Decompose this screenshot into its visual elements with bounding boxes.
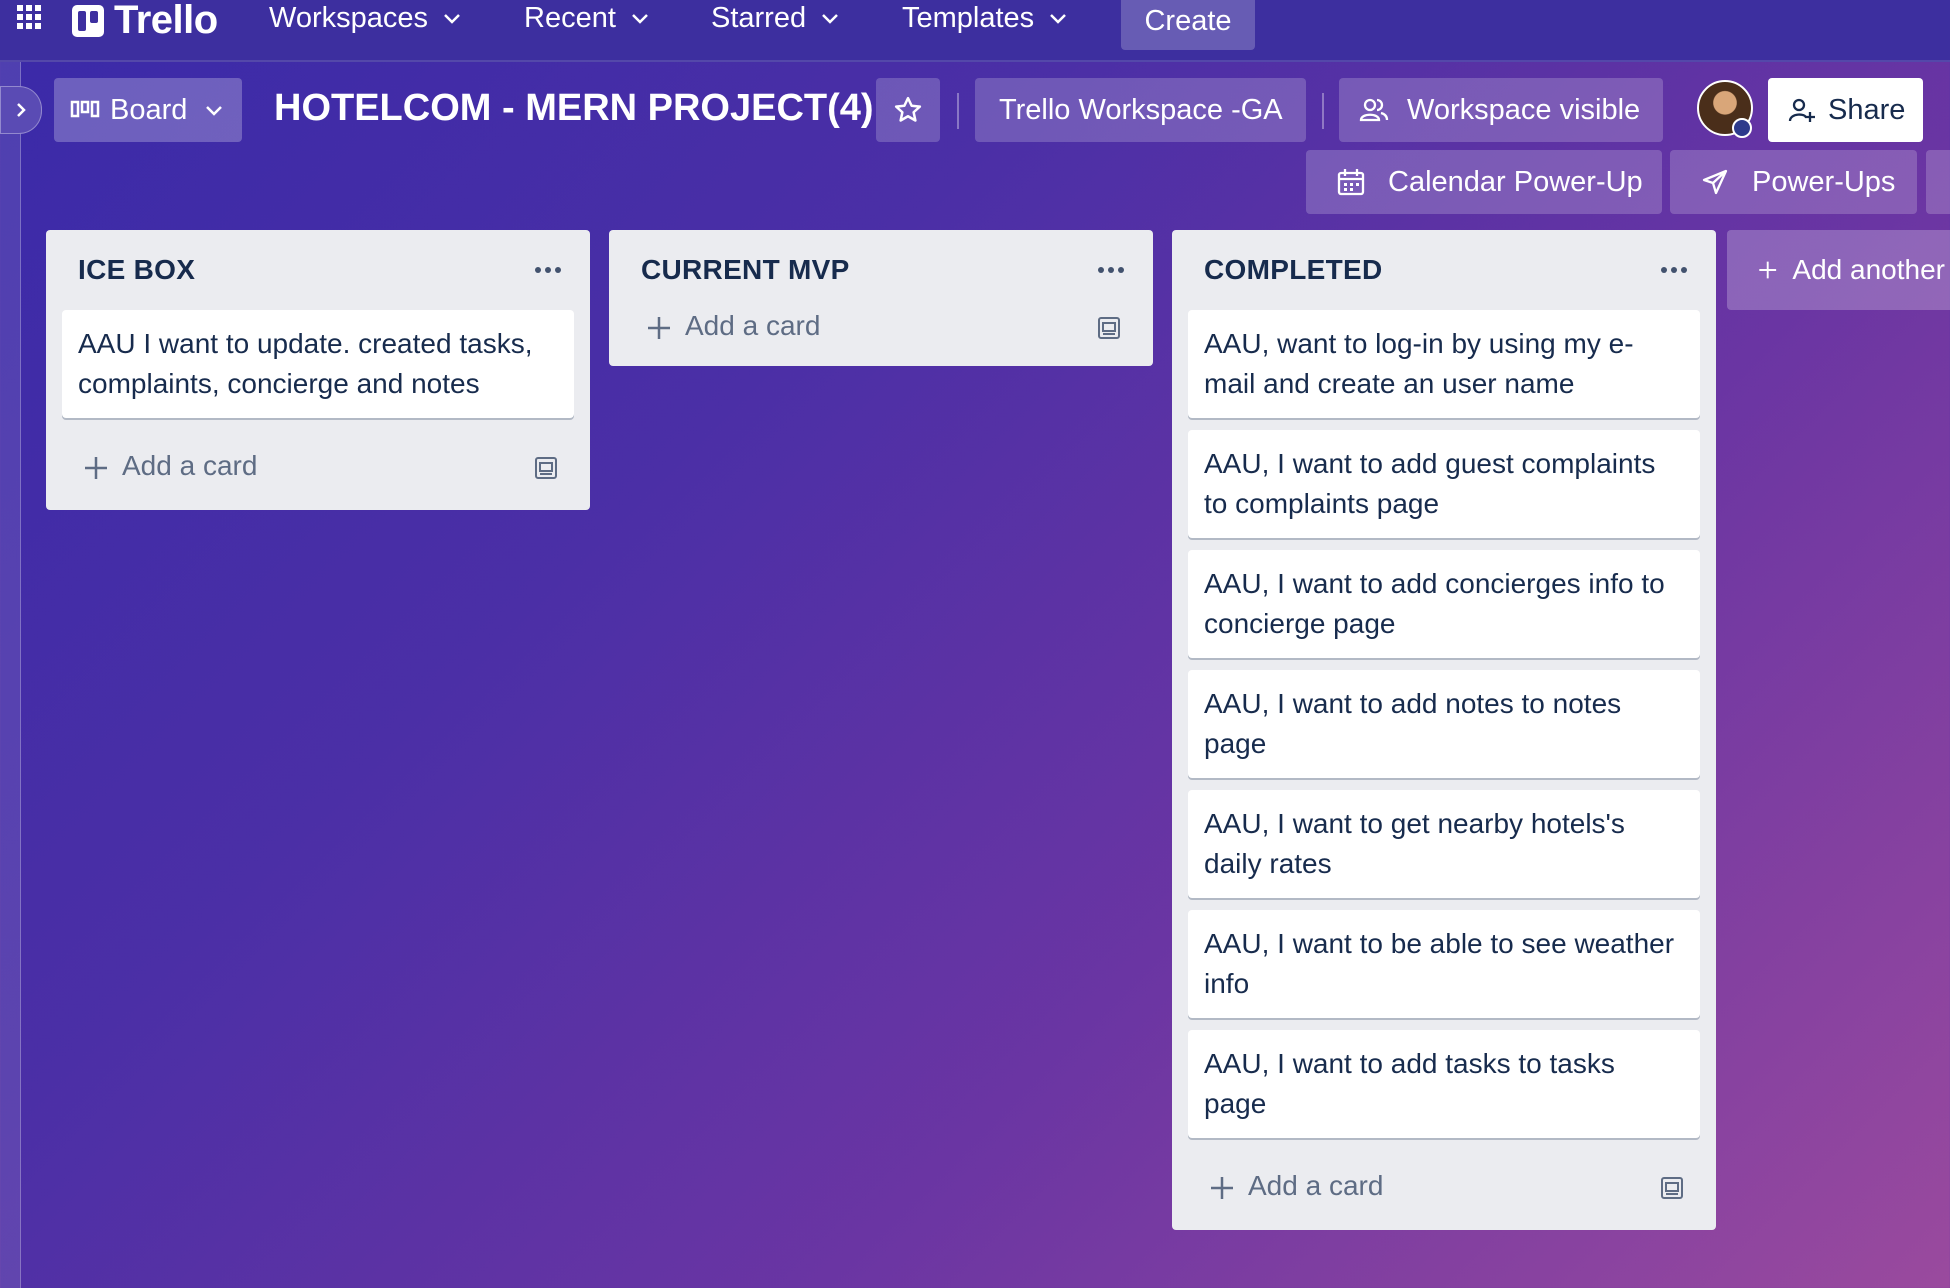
- nav-workspaces-label: Workspaces: [269, 1, 429, 34]
- star-board-button[interactable]: [876, 78, 940, 142]
- plus-icon: [1759, 261, 1777, 279]
- card[interactable]: AAU, I want to be able to see weather in…: [1188, 910, 1700, 1018]
- card-template-icon[interactable]: [532, 454, 560, 482]
- more-icon: [535, 267, 561, 273]
- card[interactable]: AAU I want to update. created tasks, com…: [62, 310, 574, 418]
- chevron-down-icon: [1050, 14, 1067, 24]
- sidebar-collapsed: [0, 62, 21, 1288]
- card-template-icon[interactable]: [1658, 1174, 1686, 1202]
- visibility-label: Workspace visible: [1407, 93, 1641, 126]
- plus-icon: [1211, 1177, 1233, 1199]
- card[interactable]: AAU, I want to add concierges info to co…: [1188, 550, 1700, 658]
- more-powerups-button[interactable]: [1926, 150, 1950, 214]
- list-title[interactable]: CURRENT MVP: [641, 254, 850, 286]
- people-icon: [1359, 98, 1389, 122]
- calendar-powerup-button[interactable]: Calendar Power-Up: [1306, 150, 1662, 214]
- chevron-down-icon: [632, 14, 648, 24]
- share-label: Share: [1828, 93, 1906, 126]
- more-icon: [1661, 267, 1687, 273]
- chevron-down-icon: [206, 106, 223, 116]
- list-header: COMPLETED: [1172, 230, 1716, 310]
- powerups-button[interactable]: Power-Ups: [1670, 150, 1917, 214]
- share-button[interactable]: Share: [1768, 78, 1923, 142]
- board-title[interactable]: HOTELCOM - MERN PROJECT(4): [274, 87, 874, 130]
- list-menu-button[interactable]: [1091, 252, 1131, 288]
- add-card-button[interactable]: Add a card: [609, 290, 1153, 366]
- admin-badge-icon: [1732, 118, 1752, 138]
- add-card-button[interactable]: Add a card: [1172, 1150, 1716, 1230]
- list-menu-button[interactable]: [528, 252, 568, 288]
- more-icon: [1098, 267, 1124, 273]
- plus-icon: [648, 317, 670, 339]
- visibility-button[interactable]: Workspace visible: [1339, 78, 1663, 142]
- list-ice-box: ICE BOX AAU I want to update. created ta…: [46, 230, 590, 510]
- brand-name: Trello: [114, 0, 218, 42]
- nav-starred[interactable]: Starred: [711, 0, 840, 36]
- workspace-button[interactable]: Trello Workspace -GA: [975, 78, 1306, 142]
- list-completed: COMPLETED AAU, want to log-in by using m…: [1172, 230, 1716, 1230]
- card[interactable]: AAU, I want to add tasks to tasks page: [1188, 1030, 1700, 1138]
- card[interactable]: AAU, I want to add guest complaints to c…: [1188, 430, 1700, 538]
- header-divider: [1322, 93, 1324, 129]
- add-list-button[interactable]: Add another list: [1727, 230, 1950, 310]
- board-view-label: Board: [110, 93, 188, 126]
- chevron-down-icon: [822, 14, 838, 24]
- card[interactable]: AAU, I want to add notes to notes page: [1188, 670, 1700, 778]
- add-list-label: Add another list: [1792, 254, 1950, 285]
- add-card-label: Add a card: [685, 310, 821, 341]
- nav-recent[interactable]: Recent: [524, 0, 650, 36]
- add-card-label: Add a card: [122, 450, 258, 481]
- nav-starred-label: Starred: [711, 1, 807, 34]
- nav-templates[interactable]: Templates: [902, 0, 1068, 36]
- list-menu-button[interactable]: [1654, 252, 1694, 288]
- list-title[interactable]: COMPLETED: [1204, 254, 1382, 286]
- card-template-icon[interactable]: [1095, 314, 1123, 342]
- rocket-icon: [1702, 169, 1728, 195]
- list-title[interactable]: ICE BOX: [78, 254, 195, 286]
- nav-recent-label: Recent: [524, 1, 616, 34]
- trello-logo-icon: [72, 4, 104, 37]
- powerups-label: Power-Ups: [1752, 165, 1896, 198]
- nav-workspaces[interactable]: Workspaces: [269, 0, 462, 36]
- add-card-label: Add a card: [1248, 1170, 1384, 1201]
- calendar-powerup-label: Calendar Power-Up: [1388, 165, 1643, 198]
- nav-templates-label: Templates: [902, 1, 1035, 34]
- expand-sidebar-button[interactable]: [0, 86, 42, 134]
- header-divider: [957, 93, 959, 129]
- calendar-icon: [1337, 169, 1365, 196]
- card[interactable]: AAU, want to log-in by using my e-mail a…: [1188, 310, 1700, 418]
- card[interactable]: AAU, I want to get nearby hotels's daily…: [1188, 790, 1700, 898]
- star-icon: [894, 96, 922, 122]
- list-header: ICE BOX: [46, 230, 590, 310]
- top-nav: Trello Workspaces Recent Starred Templat…: [0, 0, 1950, 62]
- workspace-label: Trello Workspace -GA: [999, 93, 1283, 126]
- chevron-right-icon: [17, 103, 26, 117]
- chevron-down-icon: [444, 14, 460, 24]
- plus-icon: [85, 457, 107, 479]
- board-icon: [70, 100, 100, 118]
- trello-logo[interactable]: Trello: [72, 0, 218, 43]
- list-current-mvp: CURRENT MVP Add a card: [609, 230, 1153, 366]
- add-person-icon: [1788, 98, 1815, 122]
- board-view-switcher[interactable]: Board: [54, 78, 242, 142]
- app-switcher-icon[interactable]: [14, 2, 44, 32]
- add-card-button[interactable]: Add a card: [46, 430, 590, 510]
- create-button[interactable]: Create: [1121, 0, 1255, 50]
